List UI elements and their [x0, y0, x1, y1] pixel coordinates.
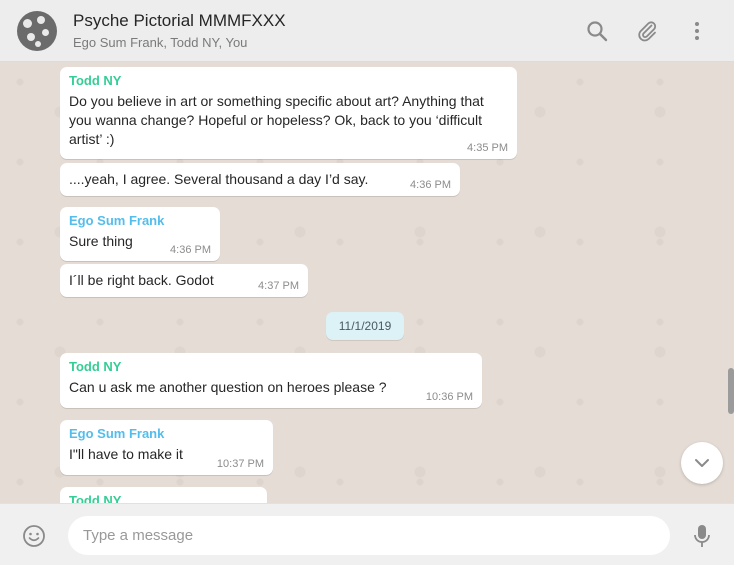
message-time: 4:36 PM — [410, 179, 451, 191]
composer-bar: Type a message — [0, 503, 734, 565]
message-sender[interactable]: Todd NY — [69, 73, 508, 88]
emoji-icon[interactable] — [22, 524, 46, 548]
group-avatar[interactable] — [17, 11, 57, 51]
message-text: Do you believe in art or something speci… — [69, 93, 484, 147]
message-bubble: Todd NY — [60, 487, 267, 503]
attach-icon[interactable] — [635, 19, 659, 43]
message-sender[interactable]: Ego Sum Frank — [69, 213, 211, 228]
chat-participants: Ego Sum Frank, Todd NY, You — [73, 35, 248, 50]
message-text: ....yeah, I agree. Several thousand a da… — [69, 171, 369, 187]
scroll-down-button[interactable] — [681, 442, 723, 484]
message-bubble: Ego Sum Frank Sure thing 4:36 PM — [60, 207, 220, 261]
message-time: 10:36 PM — [425, 391, 473, 403]
menu-icon[interactable] — [685, 19, 709, 43]
message-sender[interactable]: Todd NY — [69, 359, 473, 374]
message-bubble: Ego Sum Frank I"ll have to make it 10:37… — [60, 420, 273, 475]
message-bubble: Todd NY Can u ask me another question on… — [60, 353, 482, 408]
message-sender[interactable]: Todd NY — [69, 493, 258, 503]
scrollbar-thumb[interactable] — [728, 368, 734, 414]
date-divider: 11/1/2019 — [326, 312, 404, 340]
message-bubble: ....yeah, I agree. Several thousand a da… — [60, 163, 460, 196]
message-text: Can u ask me another question on heroes … — [69, 379, 387, 395]
message-bubble: I´ll be right back. Godot 4:37 PM — [60, 264, 308, 297]
message-time: 4:36 PM — [170, 244, 211, 256]
message-bubble: Todd NY Do you believe in art or somethi… — [60, 67, 517, 159]
message-input[interactable]: Type a message — [68, 516, 670, 555]
message-time: 4:37 PM — [258, 280, 299, 292]
message-list[interactable]: Todd NY Do you believe in art or somethi… — [0, 62, 734, 503]
message-time: 10:37 PM — [216, 458, 264, 470]
message-time: 4:35 PM — [467, 142, 508, 154]
chevron-down-icon — [695, 459, 709, 467]
mic-icon[interactable] — [691, 523, 713, 549]
chat-header: Psyche Pictorial MMMFXXX Ego Sum Frank, … — [0, 0, 734, 62]
chat-title[interactable]: Psyche Pictorial MMMFXXX — [73, 11, 286, 31]
message-sender[interactable]: Ego Sum Frank — [69, 426, 264, 441]
search-icon[interactable] — [585, 19, 609, 43]
